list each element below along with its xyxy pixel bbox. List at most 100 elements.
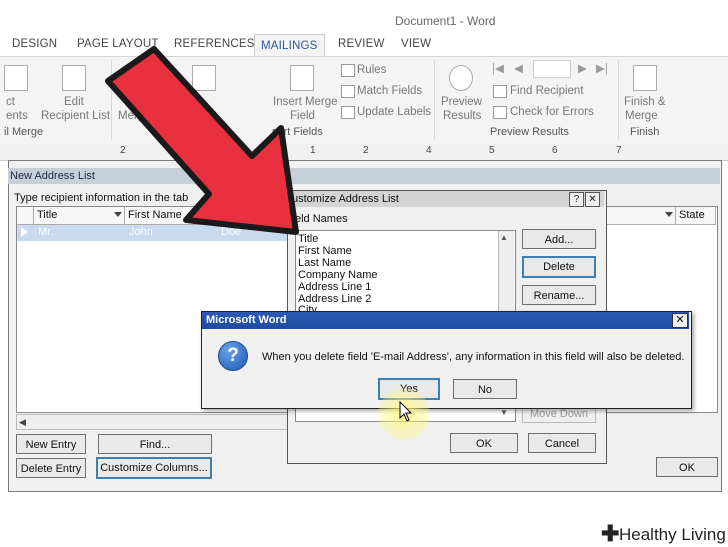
- list-item[interactable]: Address Line 1: [298, 281, 371, 293]
- rename-field-button[interactable]: Rename...: [522, 285, 596, 305]
- cell-title[interactable]: Mr.: [38, 226, 53, 238]
- select-recipients-label-2: ents: [6, 110, 28, 122]
- update-labels-button[interactable]: Update Labels: [357, 105, 431, 119]
- customize-columns-button[interactable]: Customize Columns...: [96, 457, 212, 479]
- close-icon[interactable]: ✕: [672, 313, 688, 328]
- help-icon[interactable]: ?: [569, 192, 584, 207]
- column-header-hidden[interactable]: [605, 207, 676, 225]
- ruler-number: 1: [183, 145, 189, 156]
- ruler-number: 6: [552, 145, 558, 156]
- find-recipient-button[interactable]: Find Recipient: [510, 84, 584, 98]
- tab-view[interactable]: VIEW: [401, 38, 431, 50]
- scroll-down-icon[interactable]: ▼: [500, 408, 508, 417]
- start-mail-merge-group-label: il Merge: [4, 126, 44, 138]
- preview-results-icon[interactable]: [449, 65, 473, 91]
- new-entry-button[interactable]: New Entry: [16, 434, 86, 454]
- finish-merge-line2[interactable]: Merge: [625, 109, 658, 123]
- grid-corner: [17, 207, 34, 225]
- finish-merge-line1[interactable]: Finish &: [624, 95, 666, 109]
- cell-last-name[interactable]: Doe: [221, 226, 241, 238]
- chevron-down-icon[interactable]: [114, 212, 122, 217]
- write-insert-fields-group-label: sert Fields: [272, 126, 323, 138]
- tab-references[interactable]: REFERENCES: [174, 38, 255, 50]
- column-header-title-label: Title: [37, 209, 58, 221]
- last-record-icon[interactable]: ▶|: [596, 62, 608, 76]
- find-recipient-icon: [493, 85, 507, 98]
- column-header-last-name[interactable]: Last: [217, 207, 288, 225]
- match-fields-icon: [341, 85, 355, 98]
- ribbon-separator: [434, 60, 435, 140]
- delete-entry-button[interactable]: Delete Entry: [16, 458, 86, 478]
- find-button[interactable]: Find...: [98, 434, 212, 454]
- customize-address-list-title: ustomize Address List: [288, 191, 604, 207]
- record-number-input[interactable]: [533, 60, 571, 78]
- rules-button[interactable]: Rules: [357, 63, 386, 77]
- column-header-last-name-label: Last: [220, 209, 241, 221]
- add-field-button[interactable]: Add...: [522, 229, 596, 249]
- preview-results-line2[interactable]: Results: [443, 109, 481, 123]
- tab-mailings[interactable]: MAILINGS: [254, 34, 325, 58]
- finish-merge-icon[interactable]: [633, 65, 657, 91]
- list-item[interactable]: Title: [298, 233, 318, 245]
- horizontal-ruler[interactable]: 2 1 1 2 4 5 6 7: [0, 144, 728, 161]
- edit-recipient-line1[interactable]: Edit: [64, 95, 84, 109]
- chevron-down-icon[interactable]: [206, 212, 214, 217]
- horizontal-scrollbar[interactable]: [16, 414, 292, 430]
- tab-page-layout[interactable]: PAGE LAYOUT: [77, 38, 159, 50]
- row-pointer-icon: [21, 227, 28, 237]
- list-item[interactable]: Last Name: [298, 257, 351, 269]
- next-record-icon[interactable]: ▶: [578, 62, 587, 76]
- new-address-list-hint: Type recipient information in the tab: [14, 192, 189, 204]
- edit-recipient-list-icon[interactable]: [62, 65, 86, 91]
- ribbon-separator: [618, 60, 619, 140]
- ok-button[interactable]: OK: [656, 457, 718, 477]
- ruler-number: 5: [489, 145, 495, 156]
- tab-design[interactable]: DESIGN: [12, 38, 57, 50]
- customize-ok-button[interactable]: OK: [450, 433, 518, 453]
- close-icon[interactable]: ✕: [585, 192, 600, 207]
- insert-merge-field-line2[interactable]: Field: [290, 109, 315, 123]
- ribbon-separator: [111, 60, 112, 140]
- ruler-number: 4: [426, 145, 432, 156]
- list-item[interactable]: City: [298, 304, 317, 311]
- match-fields-button[interactable]: Match Fields: [357, 84, 422, 98]
- first-record-icon[interactable]: |◀: [492, 62, 504, 76]
- ruler-number: 1: [310, 145, 316, 156]
- column-header-state[interactable]: State: [676, 207, 716, 225]
- select-recipients-label-1: ct: [6, 96, 15, 108]
- mouse-cursor-icon: [399, 401, 413, 422]
- customize-cancel-button[interactable]: Cancel: [528, 433, 596, 453]
- vertical-scrollbar[interactable]: [498, 231, 514, 311]
- new-address-list-title: New Address List: [8, 168, 720, 184]
- insert-merge-field-line1[interactable]: Insert Merge: [273, 95, 338, 109]
- list-item[interactable]: Company Name: [298, 269, 377, 281]
- chevron-down-icon[interactable]: [665, 212, 673, 217]
- tab-review[interactable]: REVIEW: [338, 38, 385, 50]
- previous-record-icon[interactable]: ◀: [514, 62, 523, 76]
- ruler-number: 7: [616, 145, 622, 156]
- ruler-number: 2: [120, 145, 126, 156]
- select-recipients-icon[interactable]: [4, 65, 28, 91]
- column-header-first-name[interactable]: First Name: [125, 207, 217, 225]
- list-item[interactable]: First Name: [298, 245, 352, 257]
- preview-results-line1[interactable]: Preview: [441, 95, 482, 109]
- cell-first-name[interactable]: John: [129, 226, 153, 238]
- confirm-message: When you delete field 'E-mail Address', …: [262, 351, 685, 363]
- watermark-plus-icon: ✚: [601, 521, 620, 546]
- no-button[interactable]: No: [453, 379, 517, 399]
- highlight-merge-fields-icon[interactable]: [192, 65, 216, 91]
- ruler-number: 2: [363, 145, 369, 156]
- field-names-label: eld Names: [295, 213, 348, 225]
- check-errors-button[interactable]: Check for Errors: [510, 105, 594, 119]
- column-header-first-name-label: First Name: [128, 209, 182, 221]
- edit-recipient-line2[interactable]: Recipient List: [41, 109, 110, 123]
- scroll-left-icon[interactable]: ◀: [19, 417, 26, 428]
- column-header-title[interactable]: Title: [34, 207, 125, 225]
- question-icon: ?: [218, 341, 248, 371]
- insert-merge-field-icon[interactable]: [290, 65, 314, 91]
- rules-icon: [341, 64, 355, 77]
- delete-field-button[interactable]: Delete: [522, 256, 596, 278]
- watermark-text: Healthy Living: [619, 525, 726, 544]
- table-row[interactable]: [17, 225, 301, 241]
- scroll-up-icon[interactable]: ▲: [500, 233, 508, 242]
